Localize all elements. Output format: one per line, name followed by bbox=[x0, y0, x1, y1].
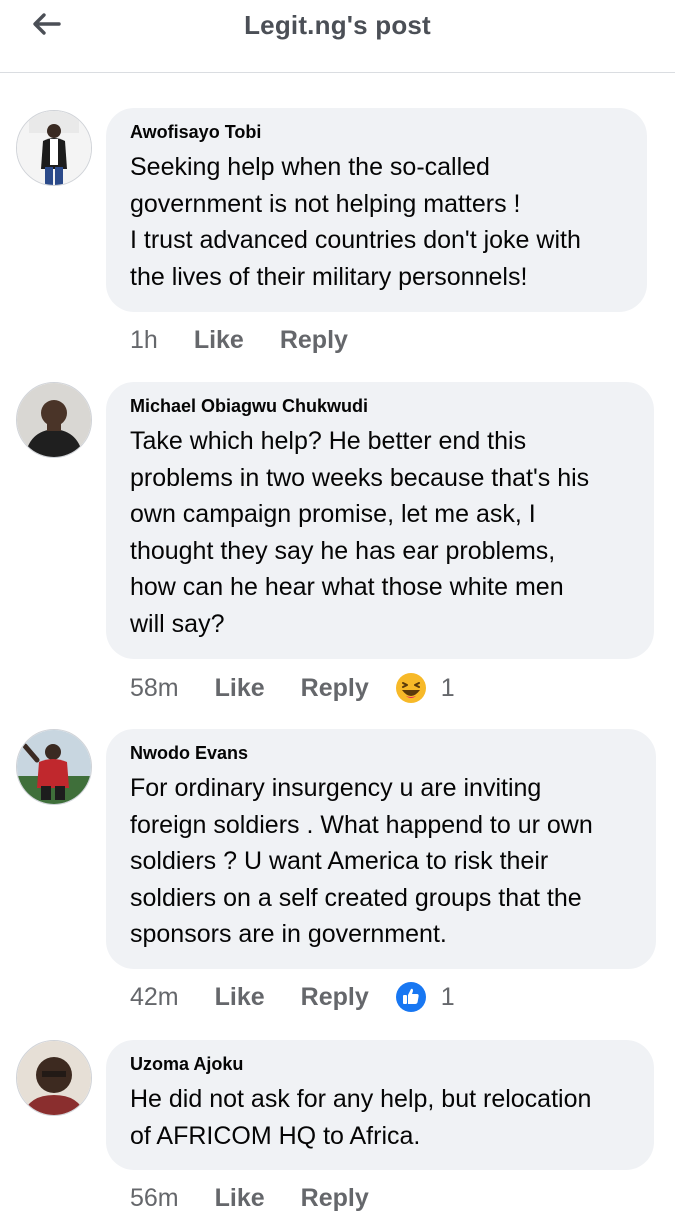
avatar[interactable] bbox=[16, 1040, 92, 1116]
comment-actions: 56m Like Reply bbox=[130, 1184, 405, 1213]
comment-time: 42m bbox=[130, 982, 179, 1011]
comment-bubble: Michael Obiagwu Chukwudi Take which help… bbox=[106, 382, 654, 659]
reaction-summary[interactable]: 1 bbox=[395, 672, 455, 704]
comment-bubble: Nwodo Evans For ordinary insurgency u ar… bbox=[106, 729, 656, 969]
reply-button[interactable]: Reply bbox=[280, 326, 348, 355]
comment-text: For ordinary insurgency u are inviting f… bbox=[130, 774, 593, 949]
comment-actions: 58m Like Reply 1 bbox=[130, 672, 455, 704]
reaction-count: 1 bbox=[440, 673, 455, 702]
comment-text: Take which help? He better end this prob… bbox=[130, 427, 590, 638]
like-button[interactable]: Like bbox=[215, 674, 265, 703]
comment-actions: 1h Like Reply bbox=[130, 326, 384, 355]
comment-time: 1h bbox=[130, 326, 158, 354]
reaction-count: 1 bbox=[440, 982, 455, 1011]
avatar[interactable] bbox=[16, 110, 92, 186]
comment-author[interactable]: Michael Obiagwu Chukwudi bbox=[130, 396, 630, 417]
comment-time: 58m bbox=[130, 673, 179, 702]
reply-button[interactable]: Reply bbox=[301, 674, 369, 703]
comment-text: He did not ask for any help, but relocat… bbox=[130, 1085, 592, 1150]
reply-button[interactable]: Reply bbox=[301, 983, 369, 1012]
comment-author[interactable]: Awofisayo Tobi bbox=[130, 122, 623, 143]
avatar[interactable] bbox=[16, 729, 92, 805]
like-button[interactable]: Like bbox=[194, 326, 244, 355]
reaction-summary[interactable]: 1 bbox=[395, 981, 455, 1013]
page-title: Legit.ng's post bbox=[244, 10, 431, 40]
comment-author[interactable]: Uzoma Ajoku bbox=[130, 1054, 630, 1075]
like-button[interactable]: Like bbox=[215, 983, 265, 1012]
comment-text: Seeking help when the so-called governme… bbox=[130, 153, 581, 291]
like-button[interactable]: Like bbox=[215, 1184, 265, 1213]
comment-actions: 42m Like Reply 1 bbox=[130, 981, 455, 1013]
haha-emoji-icon bbox=[395, 673, 426, 703]
comment-author[interactable]: Nwodo Evans bbox=[130, 743, 632, 764]
reply-button[interactable]: Reply bbox=[301, 1184, 369, 1213]
comment-bubble: Awofisayo Tobi Seeking help when the so-… bbox=[106, 108, 647, 312]
like-thumb-icon bbox=[395, 982, 426, 1012]
top-bar: Legit.ng's post bbox=[0, 0, 675, 73]
avatar[interactable] bbox=[16, 382, 92, 458]
comment-time: 56m bbox=[130, 1184, 179, 1212]
comment-bubble: Uzoma Ajoku He did not ask for any help,… bbox=[106, 1040, 654, 1170]
